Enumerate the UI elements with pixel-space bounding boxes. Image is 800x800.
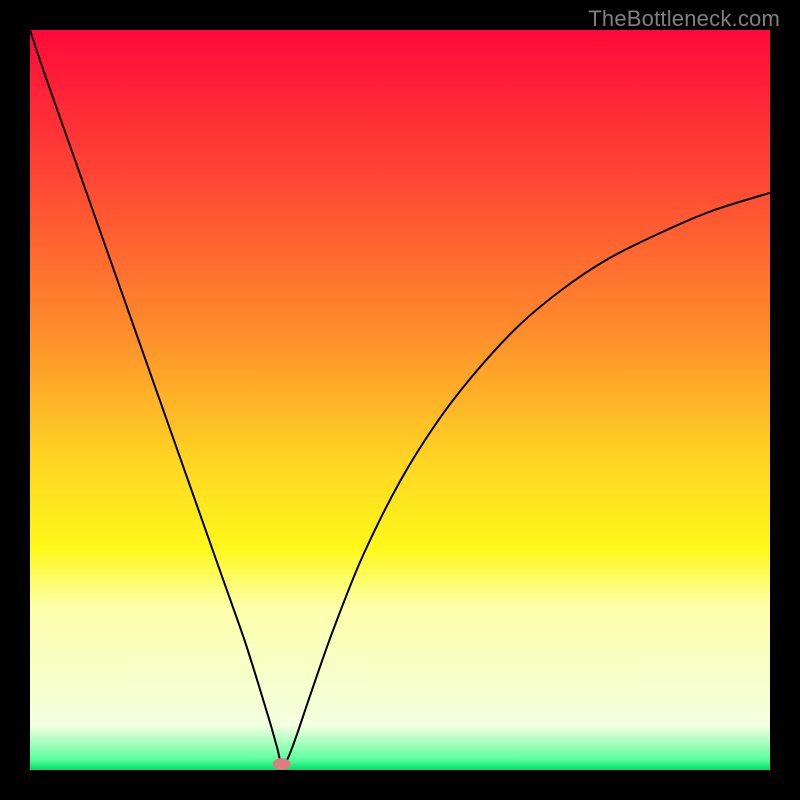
- chart-svg: [30, 30, 770, 770]
- watermark-text: TheBottleneck.com: [588, 6, 780, 32]
- chart-background: [30, 30, 770, 770]
- optimum-marker: [273, 758, 291, 770]
- chart-stage: TheBottleneck.com: [0, 0, 800, 800]
- plot-area: [30, 30, 770, 770]
